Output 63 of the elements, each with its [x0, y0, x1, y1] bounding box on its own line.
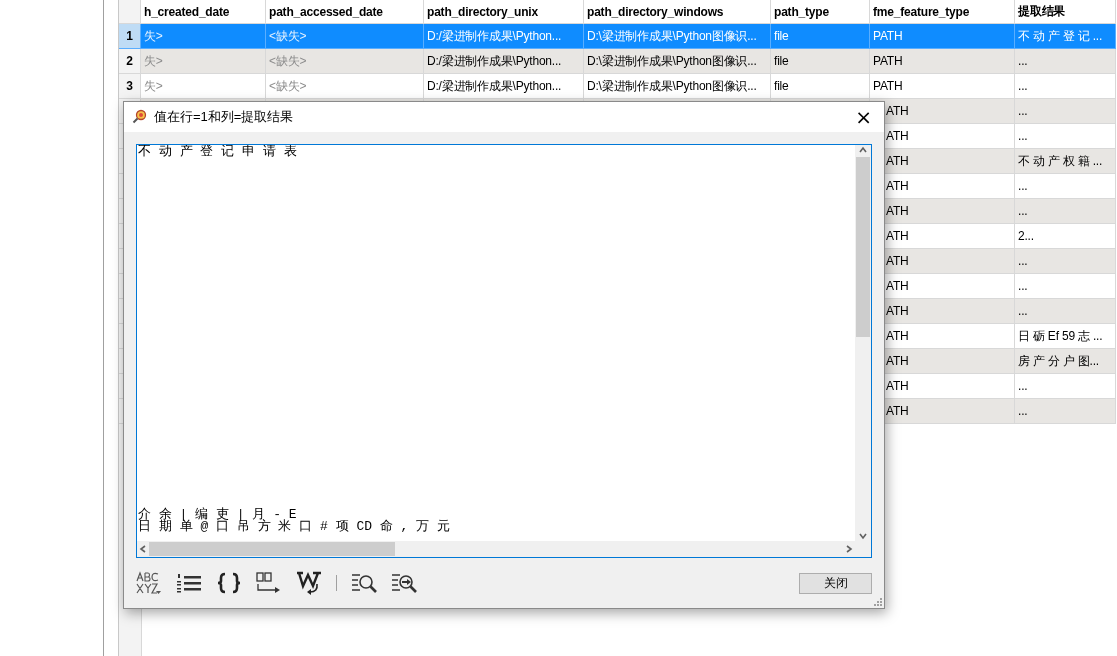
table-row[interactable]: 3 失> <缺失> D:/梁进制作成果\Python... D:\梁进制作成果\Python图像识... file PATH ... [119, 74, 1117, 99]
search-next-icon[interactable] [391, 572, 417, 595]
column-header: fme_feature_type [870, 0, 1015, 24]
column-header: path_accessed_date [266, 0, 424, 24]
table-cell: PATH [870, 24, 1015, 49]
column-header: 提取结果 [1015, 0, 1116, 24]
table-cell: ... [1015, 99, 1116, 124]
table-cell: ... [1015, 124, 1116, 149]
table-cell: ... [1015, 49, 1116, 74]
table-cell: <缺失> [266, 74, 424, 99]
word-wrap-icon[interactable] [296, 571, 322, 596]
dialog-title: 值在行=1和列=提取结果 [154, 107, 295, 126]
table-cell: D:\梁进制作成果\Python图像识... [584, 49, 771, 74]
row-number: 3 [119, 74, 141, 99]
table-cell: ... [1015, 74, 1116, 99]
numbered-list-icon[interactable] [176, 573, 202, 594]
table-cell: ... [1015, 174, 1116, 199]
table-cell: <缺失> [266, 49, 424, 74]
table-corner [119, 0, 141, 24]
table-cell: 失> [141, 74, 266, 99]
table-cell: 失> [141, 49, 266, 74]
table-cell: 不 动 产 权 籍 ... [1015, 149, 1116, 174]
table-cell: ... [1015, 274, 1116, 299]
table-cell: PATH [870, 49, 1015, 74]
table-cell: D:\梁进制作成果\Python图像识... [584, 24, 771, 49]
table-cell: D:/梁进制作成果\Python... [424, 74, 584, 99]
table-cell: file [771, 74, 870, 99]
horizontal-scrollbar[interactable] [137, 541, 855, 558]
table-cell: D:/梁进制作成果\Python... [424, 24, 584, 49]
table-cell: 房 产 分 户 图... [1015, 349, 1116, 374]
column-header: path_directory_unix [424, 0, 584, 24]
columns-arrow-icon[interactable] [256, 572, 282, 595]
row-number: 1 [119, 24, 141, 49]
table-cell: file [771, 24, 870, 49]
column-header: h_created_date [141, 0, 266, 24]
scroll-down-icon[interactable] [858, 531, 868, 542]
table-cell: 日 砺 Ef 59 志 ... [1015, 324, 1116, 349]
resize-grip-icon[interactable] [874, 598, 882, 606]
magnifier-icon [132, 108, 148, 125]
text-line: 日 期 单 @ 口 吊 方 米 口 # 项 CD 命 , 万 元 [138, 521, 452, 534]
table-cell: D:/梁进制作成果\Python... [424, 49, 584, 74]
close-button[interactable]: 关闭 [799, 572, 872, 594]
table-cell: PATH [870, 74, 1015, 99]
column-header: path_type [771, 0, 870, 24]
table-cell: ... [1015, 299, 1116, 324]
table-cell: D:\梁进制作成果\Python图像识... [584, 74, 771, 99]
table-cell: ... [1015, 374, 1116, 399]
table-cell: 不 动 产 登 记 ... [1015, 24, 1116, 49]
abc-xyz-icon[interactable] [136, 571, 162, 596]
table-cell: file [771, 49, 870, 74]
search-icon[interactable] [351, 572, 377, 595]
table-cell: 失> [141, 24, 266, 49]
braces-icon[interactable] [216, 572, 242, 595]
table-cell: 2... [1015, 224, 1116, 249]
vertical-scrollbar[interactable] [855, 144, 871, 542]
scroll-up-icon[interactable] [858, 144, 868, 155]
table-cell: ... [1015, 199, 1116, 224]
table-cell: ... [1015, 399, 1116, 424]
table-cell: ... [1015, 249, 1116, 274]
table-cell: <缺失> [266, 24, 424, 49]
table-row[interactable]: 2 失> <缺失> D:/梁进制作成果\Python... D:\梁进制作成果\Python图像识... file PATH ... [119, 49, 1117, 74]
row-number: 2 [119, 49, 141, 74]
table-row[interactable]: 1 失> <缺失> D:/梁进制作成果\Python... D:\梁进制作成果\Python图像识... file PATH 不 动 产 登 记 ... [119, 24, 1117, 49]
